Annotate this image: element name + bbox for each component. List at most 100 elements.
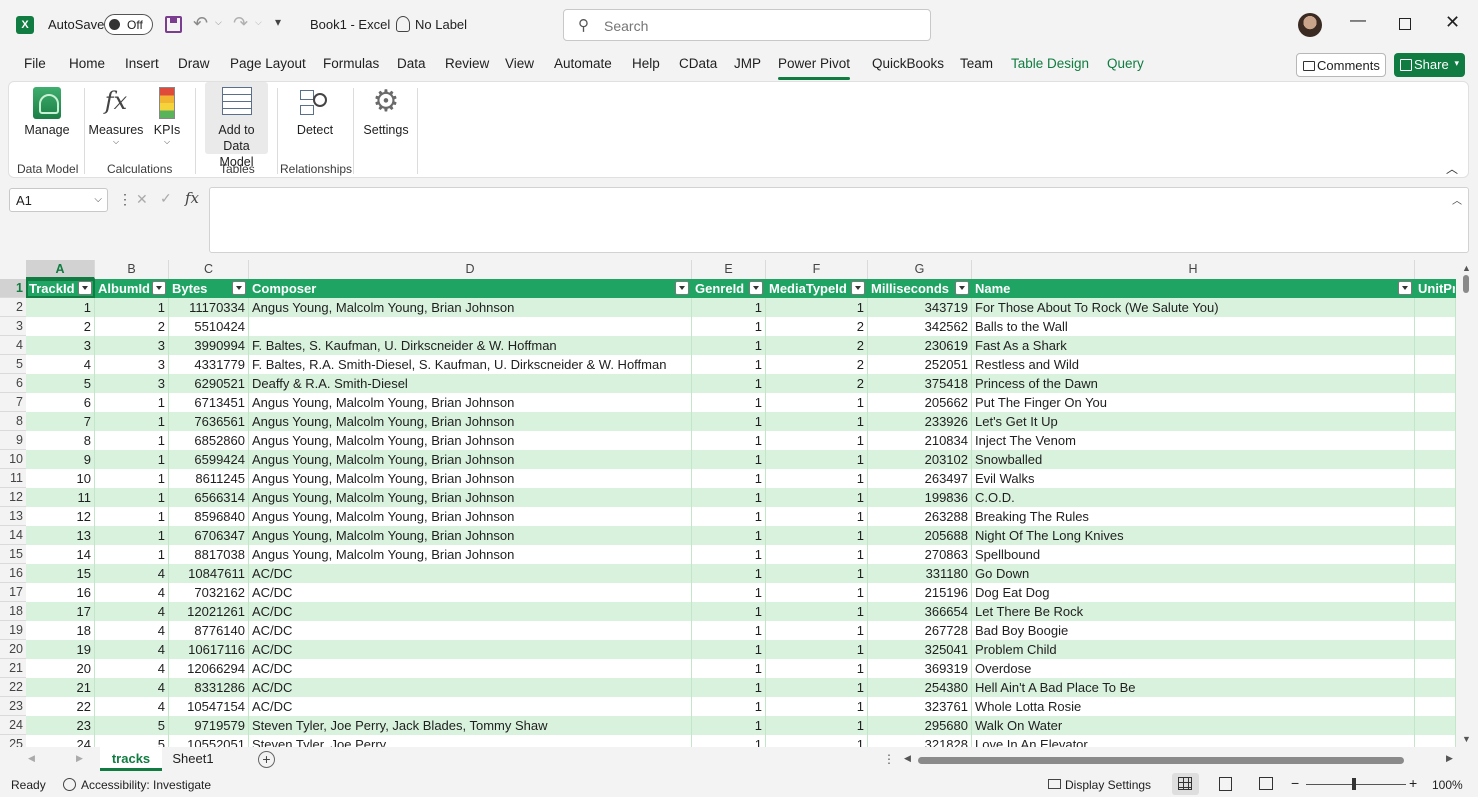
header-cell-albumid[interactable]: AlbumId: [95, 279, 169, 298]
cell-trackid[interactable]: 5: [26, 374, 95, 393]
filter-dropdown-icon[interactable]: [152, 281, 166, 295]
row-header[interactable]: 18: [0, 602, 26, 621]
cell-bytes[interactable]: 10552051: [169, 735, 249, 747]
cell-trackid[interactable]: 12: [26, 507, 95, 526]
cell-albumid[interactable]: 1: [95, 469, 169, 488]
row-header[interactable]: 24: [0, 716, 26, 735]
cell-trackid[interactable]: 22: [26, 697, 95, 716]
cell-bytes[interactable]: 11170334: [169, 298, 249, 317]
cell-albumid[interactable]: 1: [95, 507, 169, 526]
cell-milliseconds[interactable]: 331180: [868, 564, 972, 583]
cell-milliseconds[interactable]: 366654: [868, 602, 972, 621]
cell-name[interactable]: Restless and Wild: [972, 355, 1415, 374]
tab-file[interactable]: File: [24, 56, 46, 71]
cell-genreid[interactable]: 1: [692, 716, 766, 735]
cell-trackid[interactable]: 20: [26, 659, 95, 678]
tab-jmp[interactable]: JMP: [734, 56, 761, 71]
cell-mediatypeid[interactable]: 1: [766, 412, 868, 431]
tab-view[interactable]: View: [505, 56, 534, 71]
cell-mediatypeid[interactable]: 1: [766, 735, 868, 747]
cell-genreid[interactable]: 1: [692, 526, 766, 545]
cell-bytes[interactable]: 6706347: [169, 526, 249, 545]
cell-name[interactable]: C.O.D.: [972, 488, 1415, 507]
row-header[interactable]: 3: [0, 317, 26, 336]
sensitivity-label[interactable]: No Label: [415, 17, 467, 32]
cell-genreid[interactable]: 1: [692, 545, 766, 564]
cell-composer[interactable]: AC/DC: [249, 621, 692, 640]
cell-genreid[interactable]: 1: [692, 583, 766, 602]
accessibility-status[interactable]: Accessibility: Investigate: [81, 778, 211, 792]
cell-albumid[interactable]: 4: [95, 583, 169, 602]
display-settings-icon[interactable]: [1048, 779, 1061, 789]
cell-unitprice[interactable]: [1415, 640, 1456, 659]
horizontal-scroll-thumb[interactable]: [918, 757, 1404, 764]
cell-mediatypeid[interactable]: 1: [766, 298, 868, 317]
cell-name[interactable]: Night Of The Long Knives: [972, 526, 1415, 545]
cell-genreid[interactable]: 1: [692, 431, 766, 450]
cell-milliseconds[interactable]: 254380: [868, 678, 972, 697]
column-header-h[interactable]: H: [972, 260, 1415, 279]
cell-genreid[interactable]: 1: [692, 298, 766, 317]
column-header-g[interactable]: G: [868, 260, 972, 279]
cell-genreid[interactable]: 1: [692, 621, 766, 640]
cell-mediatypeid[interactable]: 1: [766, 450, 868, 469]
filter-dropdown-icon[interactable]: [232, 281, 246, 295]
cell-trackid[interactable]: 1: [26, 298, 95, 317]
cell-trackid[interactable]: 24: [26, 735, 95, 747]
cell-name[interactable]: Hell Ain't A Bad Place To Be: [972, 678, 1415, 697]
filter-dropdown-icon[interactable]: [749, 281, 763, 295]
cell-genreid[interactable]: 1: [692, 602, 766, 621]
tab-draw[interactable]: Draw: [178, 56, 210, 71]
cell-name[interactable]: Let There Be Rock: [972, 602, 1415, 621]
cell-unitprice[interactable]: [1415, 488, 1456, 507]
cell-unitprice[interactable]: [1415, 716, 1456, 735]
cell-genreid[interactable]: 1: [692, 640, 766, 659]
cell-composer[interactable]: Angus Young, Malcolm Young, Brian Johnso…: [249, 412, 692, 431]
cell-milliseconds[interactable]: 323761: [868, 697, 972, 716]
zoom-slider-thumb[interactable]: [1352, 778, 1356, 790]
row-header[interactable]: 7: [0, 393, 26, 412]
cell-composer[interactable]: Angus Young, Malcolm Young, Brian Johnso…: [249, 469, 692, 488]
formula-input[interactable]: ︿: [209, 187, 1469, 253]
cell-albumid[interactable]: 3: [95, 336, 169, 355]
cell-mediatypeid[interactable]: 1: [766, 716, 868, 735]
cell-genreid[interactable]: 1: [692, 488, 766, 507]
cell-trackid[interactable]: 8: [26, 431, 95, 450]
cell-genreid[interactable]: 1: [692, 355, 766, 374]
cancel-icon[interactable]: ✕: [136, 191, 148, 208]
cell-trackid[interactable]: 17: [26, 602, 95, 621]
cell-trackid[interactable]: 21: [26, 678, 95, 697]
cell-albumid[interactable]: 4: [95, 602, 169, 621]
filter-dropdown-icon[interactable]: [675, 281, 689, 295]
cell-milliseconds[interactable]: 270863: [868, 545, 972, 564]
cell-composer[interactable]: AC/DC: [249, 564, 692, 583]
cell-name[interactable]: Princess of the Dawn: [972, 374, 1415, 393]
scroll-right-icon[interactable]: ▶: [1446, 753, 1453, 764]
sheet-tab-tracks[interactable]: tracks: [100, 747, 162, 771]
cell-mediatypeid[interactable]: 1: [766, 507, 868, 526]
cell-albumid[interactable]: 1: [95, 526, 169, 545]
settings-button[interactable]: ⚙ Settings: [359, 82, 413, 162]
zoom-slider[interactable]: [1306, 784, 1406, 785]
cell-bytes[interactable]: 9719579: [169, 716, 249, 735]
header-cell-milliseconds[interactable]: Milliseconds: [868, 279, 972, 298]
cell-mediatypeid[interactable]: 1: [766, 393, 868, 412]
cell-bytes[interactable]: 6566314: [169, 488, 249, 507]
row-header[interactable]: 1: [0, 279, 26, 298]
tab-formulas[interactable]: Formulas: [323, 56, 379, 71]
cell-unitprice[interactable]: [1415, 621, 1456, 640]
tab-team[interactable]: Team: [960, 56, 993, 71]
measures-button[interactable]: fx Measures ⌵: [87, 82, 145, 162]
cell-trackid[interactable]: 19: [26, 640, 95, 659]
column-header-a[interactable]: A: [26, 260, 95, 279]
cell-composer[interactable]: Steven Tyler, Joe Perry: [249, 735, 692, 747]
detect-button[interactable]: Detect: [289, 82, 341, 162]
comments-button[interactable]: Comments: [1296, 53, 1386, 77]
cell-albumid[interactable]: 1: [95, 545, 169, 564]
row-header[interactable]: 14: [0, 526, 26, 545]
cell-name[interactable]: For Those About To Rock (We Salute You): [972, 298, 1415, 317]
cell-unitprice[interactable]: [1415, 431, 1456, 450]
cell-mediatypeid[interactable]: 2: [766, 336, 868, 355]
cell-name[interactable]: Let's Get It Up: [972, 412, 1415, 431]
tab-table-design[interactable]: Table Design: [1011, 56, 1089, 71]
